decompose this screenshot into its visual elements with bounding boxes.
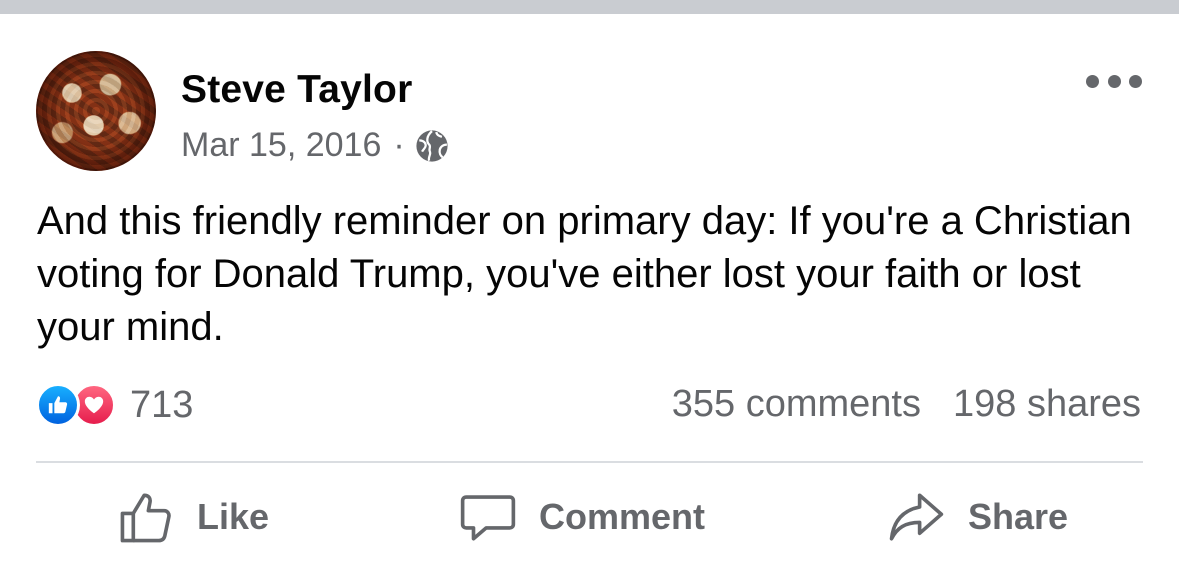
comment-button[interactable]: Comment	[459, 488, 705, 546]
meta-separator: ·	[393, 126, 405, 164]
reaction-count: 713	[130, 383, 194, 426]
globe-icon	[416, 129, 448, 162]
thumbs-up-icon	[120, 493, 171, 543]
avatar[interactable]	[36, 51, 156, 171]
post-text: And this friendly reminder on primary da…	[37, 199, 1132, 349]
post-card: Steve Taylor Mar 15, 2016 · And this fri…	[0, 0, 1179, 571]
comments-count[interactable]: 355 comments	[672, 383, 921, 426]
share-label: Share	[968, 496, 1069, 537]
share-button[interactable]: Share	[886, 488, 1068, 546]
post-date[interactable]: Mar 15, 2016	[181, 126, 381, 165]
more-dot	[1107, 74, 1121, 88]
like-button[interactable]: Like	[117, 488, 269, 546]
comment-label: Comment	[539, 496, 706, 537]
share-arrow-icon	[889, 493, 944, 541]
author-name[interactable]: Steve Taylor	[181, 68, 412, 112]
avatar-image	[36, 51, 156, 171]
post-meta: Mar 15, 2016 ·	[181, 126, 449, 165]
comment-icon	[460, 495, 516, 541]
feed-separator	[0, 0, 1179, 14]
engagement-stats: 355 comments 198 shares	[672, 383, 1141, 426]
reactions-summary[interactable]: 713	[36, 383, 193, 427]
like-reaction-icon	[36, 383, 80, 427]
like-label: Like	[197, 496, 270, 537]
more-options-icon[interactable]	[1086, 62, 1142, 100]
actions-divider	[36, 461, 1143, 463]
more-dot	[1086, 74, 1099, 88]
more-dot	[1129, 74, 1142, 88]
shares-count[interactable]: 198 shares	[953, 383, 1141, 426]
